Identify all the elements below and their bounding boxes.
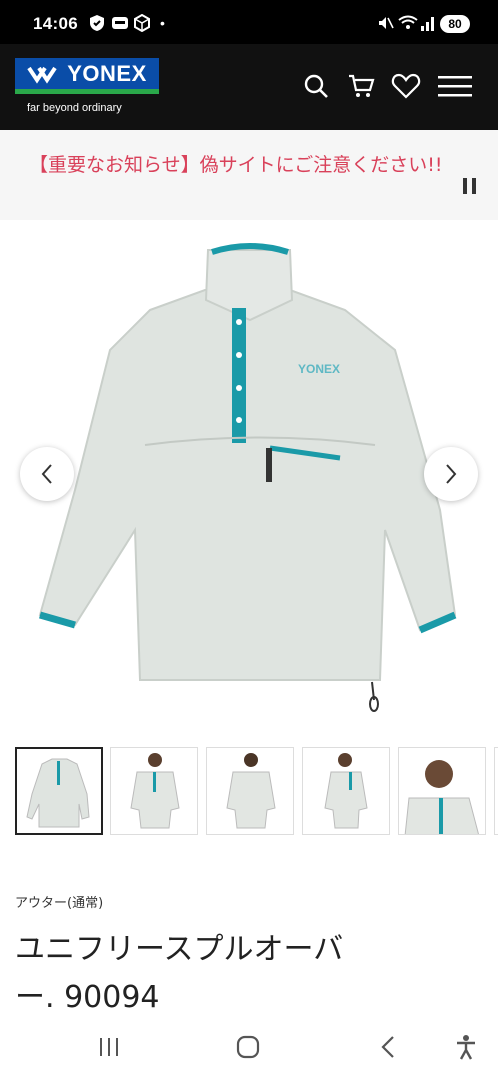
- mute-icon: [376, 14, 394, 32]
- thumbnail-1[interactable]: [15, 747, 103, 835]
- product-title-line2: ー. 90094: [15, 980, 160, 1015]
- status-time: 14:06: [33, 14, 78, 33]
- tagline: far beyond ordinary: [27, 102, 122, 114]
- chevron-left-icon: [41, 464, 52, 484]
- site-header: YONEX far beyond ordinary: [0, 44, 498, 130]
- signal-icon: [420, 14, 436, 32]
- next-image-button[interactable]: [424, 447, 478, 501]
- menu-icon[interactable]: [437, 70, 473, 102]
- accessibility-icon[interactable]: [454, 1034, 478, 1060]
- chevron-right-icon: [446, 464, 457, 484]
- thumbnail-4[interactable]: [302, 747, 390, 835]
- thumbnail-strip: [15, 747, 498, 837]
- pause-icon[interactable]: [463, 178, 477, 194]
- heart-icon[interactable]: [390, 70, 422, 102]
- thumbnail-3[interactable]: [206, 747, 294, 835]
- battery-indicator: 80: [440, 15, 470, 33]
- product-title-line1: ユニフリースプルオーバ: [15, 932, 344, 967]
- status-bar: 14:06 • 80: [0, 0, 498, 44]
- jacket-brand-mark: YONEX: [298, 362, 340, 376]
- notice-text[interactable]: 【重要なお知らせ】偽サイトにご注意ください!!: [29, 150, 442, 177]
- logo-text: YONEX: [67, 60, 147, 86]
- yonex-emblem-icon: [27, 66, 57, 84]
- app-notification-icon: [111, 14, 129, 32]
- yonex-logo[interactable]: YONEX: [15, 58, 159, 94]
- product-category[interactable]: アウター(通常): [15, 892, 103, 911]
- product-title: ユニフリースプルオーバ ー. 90094: [15, 926, 415, 1022]
- back-icon[interactable]: [378, 1034, 398, 1060]
- search-icon[interactable]: [300, 70, 332, 102]
- shield-icon: [88, 14, 106, 32]
- thumbnail-2[interactable]: [110, 747, 198, 835]
- notification-dot: •: [160, 15, 165, 31]
- wifi-icon: [398, 14, 418, 32]
- recent-apps-icon[interactable]: [97, 1034, 121, 1060]
- package-icon: [133, 14, 151, 32]
- cart-icon[interactable]: [345, 70, 377, 102]
- notice-banner[interactable]: 【重要なお知らせ】偽サイトにご注意ください!!: [0, 130, 498, 220]
- thumbnail-6[interactable]: [494, 747, 498, 835]
- previous-image-button[interactable]: [20, 447, 74, 501]
- thumbnail-5[interactable]: [398, 747, 486, 835]
- home-icon[interactable]: [235, 1034, 261, 1060]
